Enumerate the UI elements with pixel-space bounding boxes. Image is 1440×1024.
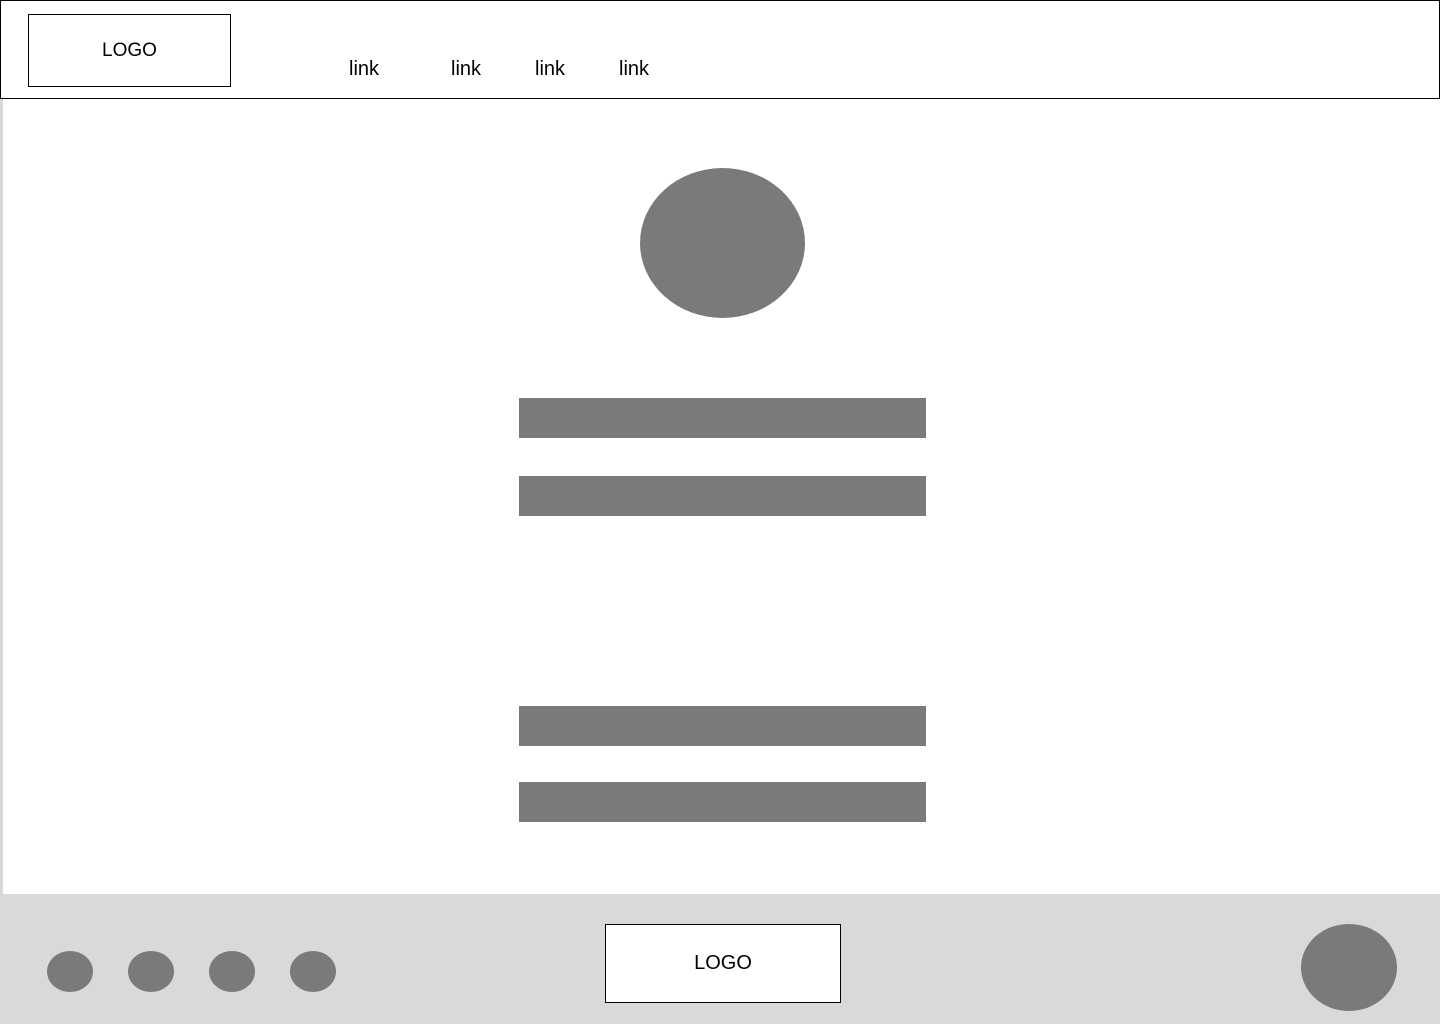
- social-icon-4[interactable]: [290, 951, 336, 992]
- content-bar-3[interactable]: [519, 706, 926, 746]
- content-bar-4[interactable]: [519, 782, 926, 822]
- nav-link-1[interactable]: link: [349, 57, 379, 81]
- social-icon-3[interactable]: [209, 951, 255, 992]
- avatar-placeholder: [640, 168, 805, 318]
- content-bar-1[interactable]: [519, 398, 926, 438]
- social-icon-1[interactable]: [47, 951, 93, 992]
- nav-link-4[interactable]: link: [619, 57, 649, 81]
- header-logo-text: LOGO: [102, 39, 157, 61]
- nav-link-2[interactable]: link: [451, 57, 481, 81]
- nav-link-3[interactable]: link: [535, 57, 565, 81]
- footer-logo-text: LOGO: [694, 952, 752, 974]
- site-footer: LOGO: [0, 894, 1440, 1024]
- content-bar-2[interactable]: [519, 476, 926, 516]
- social-icon-2[interactable]: [128, 951, 174, 992]
- footer-action-button[interactable]: [1301, 924, 1397, 1011]
- page: LOGO link link link link LOGO: [0, 0, 1440, 1024]
- left-edge-strip: [0, 99, 3, 894]
- footer-logo[interactable]: LOGO: [605, 924, 841, 1003]
- header-logo[interactable]: LOGO: [28, 14, 231, 87]
- site-header: LOGO link link link link: [0, 0, 1440, 99]
